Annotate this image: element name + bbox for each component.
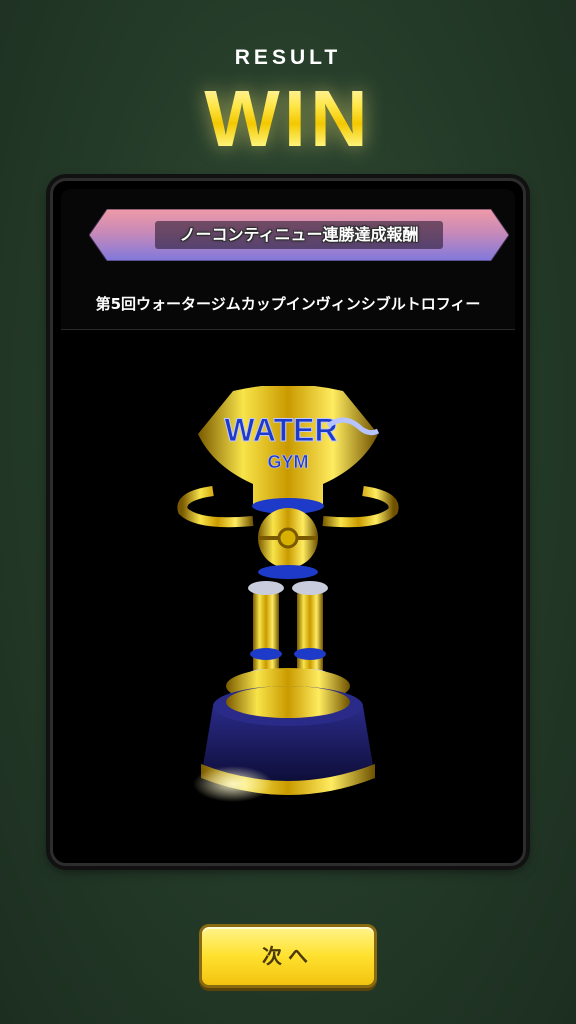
- reward-panel: ノーコンティニュー連勝達成報酬 第5回ウォータージムカップインヴィンシブルトロフ…: [50, 178, 526, 866]
- trophy-name: 第5回ウォータージムカップインヴィンシブルトロフィー: [95, 295, 481, 313]
- ribbon-label: ノーコンティニュー連勝達成報酬: [179, 225, 419, 244]
- win-label: WIN: [0, 74, 576, 164]
- reward-ribbon: ノーコンティニュー連勝達成報酬: [89, 209, 509, 261]
- trophy-text-sub: GYM: [267, 452, 308, 472]
- trophy-icon: WATER GYM: [177, 386, 399, 802]
- next-button[interactable]: 次へ: [199, 924, 377, 988]
- result-label: RESULT: [234, 46, 342, 69]
- trophy-text-top: WATER: [224, 412, 337, 448]
- reward-header: ノーコンティニュー連勝達成報酬 第5回ウォータージムカップインヴィンシブルトロフ…: [61, 189, 515, 330]
